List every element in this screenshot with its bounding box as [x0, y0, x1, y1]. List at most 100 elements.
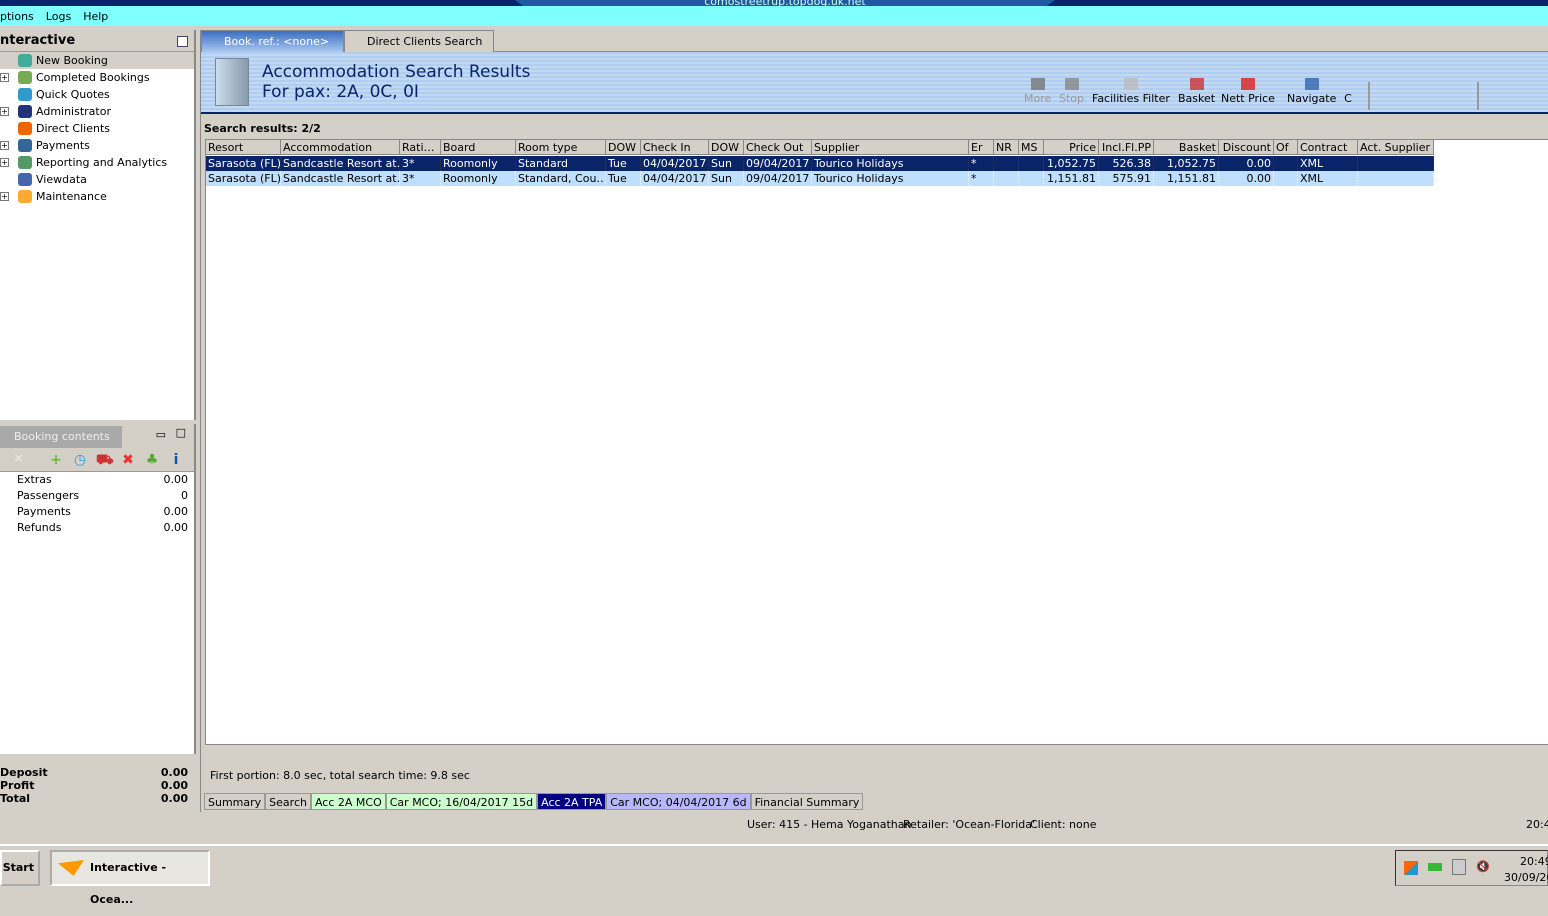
column-header[interactable]: Room type	[516, 140, 606, 155]
column-header[interactable]: Act. Supplier	[1358, 140, 1434, 155]
column-header[interactable]: Contract	[1298, 140, 1358, 155]
taskbar: Start Interactive - Ocea... 🔇 20:49 30/0…	[0, 844, 1548, 906]
expand-icon[interactable]: +	[0, 141, 9, 150]
subtab-acc-2a-mco[interactable]: Acc 2A MCO	[310, 793, 386, 810]
sidebar-item-administrator[interactable]: + Administrator	[0, 103, 194, 120]
column-header[interactable]: NR	[994, 140, 1019, 155]
sidebar-item-viewdata[interactable]: Viewdata	[0, 171, 194, 188]
collapse-button[interactable]	[177, 36, 188, 47]
toolbar-facilities-filter-button[interactable]: Facilities Filter	[1092, 78, 1170, 105]
info-icon[interactable]: i	[168, 452, 184, 468]
subtab-summary[interactable]: Summary	[204, 793, 266, 810]
grid-cell: Sun	[709, 171, 744, 186]
column-header[interactable]: DOW	[606, 140, 641, 155]
expand-icon[interactable]: +	[0, 73, 9, 82]
status-time: 20:4	[1526, 818, 1548, 831]
start-button[interactable]: Start	[0, 850, 40, 886]
grid-cell: 09/04/2017	[744, 171, 812, 186]
network-icon[interactable]	[1452, 859, 1466, 875]
toolbar-basket-button[interactable]: Basket	[1178, 78, 1215, 105]
clock-icon[interactable]: ◷	[72, 452, 88, 468]
sidebar-item-quick-quotes[interactable]: Quick Quotes	[0, 86, 194, 103]
grid-cell	[1019, 171, 1044, 186]
grid-cell	[994, 156, 1019, 171]
grid-cell: Standard	[516, 156, 606, 171]
sidebar-item-new-booking[interactable]: New Booking	[0, 52, 194, 69]
booking-summary: Extras 0.00 Passengers 0 Payments 0.00 Refunds…	[0, 472, 194, 536]
column-header[interactable]: Er	[969, 140, 994, 155]
column-header[interactable]: Price	[1044, 140, 1099, 155]
column-header[interactable]: Of	[1274, 140, 1298, 155]
reporting-and-analytics-icon	[18, 156, 32, 169]
menu-item-ptions[interactable]: ptions	[0, 10, 34, 23]
completed-bookings-icon	[18, 71, 32, 84]
subtab-car-mco-16-04-2017-15d[interactable]: Car MCO; 16/04/2017 15d	[385, 793, 538, 810]
toolbar-label: Facilities Filter	[1092, 92, 1170, 105]
expand-icon[interactable]: +	[0, 192, 9, 201]
minimize-icon[interactable]: ▭	[156, 428, 166, 441]
toolbar-more-button[interactable]: More	[1024, 78, 1051, 105]
menu-item-logs[interactable]: Logs	[46, 10, 71, 23]
grid-cell: *	[969, 171, 994, 186]
grid-cell	[1358, 171, 1434, 186]
tab-direct-clients-search[interactable]: Direct Clients Search	[344, 30, 494, 52]
grid-cell: Tue	[606, 171, 641, 186]
grid-cell: 04/04/2017	[641, 156, 709, 171]
maximize-icon[interactable]: □	[176, 426, 186, 439]
add-icon[interactable]: +	[48, 452, 64, 468]
column-header[interactable]: Rati…	[400, 140, 441, 155]
tab-label: Book. ref.: <none>	[224, 35, 330, 48]
column-header[interactable]: Resort	[206, 140, 281, 155]
sidebar-item-label: Payments	[36, 139, 90, 152]
subtab-search[interactable]: Search	[265, 793, 311, 810]
toolbar-label: Navigate	[1287, 92, 1337, 105]
column-header[interactable]: Discount	[1219, 140, 1274, 155]
column-header[interactable]: DOW	[709, 140, 744, 155]
column-header[interactable]: Supplier	[812, 140, 969, 155]
volume-muted-icon[interactable]: 🔇	[1476, 860, 1490, 873]
column-header[interactable]: MS	[1019, 140, 1044, 155]
sidebar-item-direct-clients[interactable]: Direct Clients	[0, 120, 194, 137]
delete-icon[interactable]: ✖	[120, 452, 136, 468]
column-header[interactable]: Basket	[1154, 140, 1219, 155]
tab-label: Direct Clients Search	[367, 35, 483, 48]
taskbar-app-button[interactable]: Interactive - Ocea...	[50, 850, 210, 906]
subtab-car-mco-04-04-2017-6d[interactable]: Car MCO; 04/04/2017 6d	[606, 793, 751, 810]
column-header[interactable]: Check In	[641, 140, 709, 155]
sidebar-item-completed-bookings[interactable]: + Completed Bookings	[0, 69, 194, 86]
column-header[interactable]: Accommodation	[281, 140, 400, 155]
booking-row-label: Passengers	[17, 489, 80, 502]
expand-icon[interactable]: +	[0, 107, 9, 116]
sidebar-item-payments[interactable]: + Payments	[0, 137, 194, 154]
booking-row-label: Payments	[17, 505, 71, 518]
grid-cell	[994, 171, 1019, 186]
network-card-icon[interactable]	[1428, 863, 1442, 871]
subtab-financial-summary[interactable]: Financial Summary	[750, 793, 864, 810]
column-header[interactable]: Incl.Fl.PP	[1099, 140, 1154, 155]
booking-contents-tab[interactable]: Booking contents ✕	[0, 426, 122, 465]
toolbar-nett-price-button[interactable]: Nett Price	[1221, 78, 1275, 105]
booking-toolbar: + ◷ ⛟ ✖ ♣ i	[0, 448, 194, 472]
palm-icon[interactable]: ♣	[144, 452, 160, 468]
column-header[interactable]: Check Out	[744, 140, 812, 155]
clock-time: 20:49	[1520, 855, 1548, 868]
grid-cell	[1274, 171, 1298, 186]
antivirus-icon[interactable]	[1404, 861, 1418, 875]
sidebar-item-maintenance[interactable]: + Maintenance	[0, 188, 194, 205]
grid-cell	[1274, 156, 1298, 171]
grid-cell	[1358, 156, 1434, 171]
new-booking-icon	[18, 54, 32, 67]
quick-quotes-icon	[18, 88, 32, 101]
subtab-acc-2a-tpa[interactable]: Acc 2A TPA	[537, 793, 607, 810]
sidebar-item-reporting-and-analytics[interactable]: + Reporting and Analytics	[0, 154, 194, 171]
basket-icon[interactable]: ⛟	[96, 452, 114, 468]
column-header[interactable]: Board	[441, 140, 516, 155]
toolbar-stop-button[interactable]: Stop	[1059, 78, 1084, 105]
menu-item-help[interactable]: Help	[83, 10, 108, 23]
close-icon[interactable]: ✕	[14, 452, 23, 465]
toolbar-navigate-button[interactable]: Navigate	[1287, 78, 1336, 105]
tab-booking[interactable]: Book. ref.: <none> ✕	[201, 30, 344, 70]
expand-icon[interactable]: +	[0, 158, 9, 167]
toolbar-c-button[interactable]: C	[1341, 78, 1355, 105]
booking-row: Refunds 0.00	[0, 520, 194, 536]
